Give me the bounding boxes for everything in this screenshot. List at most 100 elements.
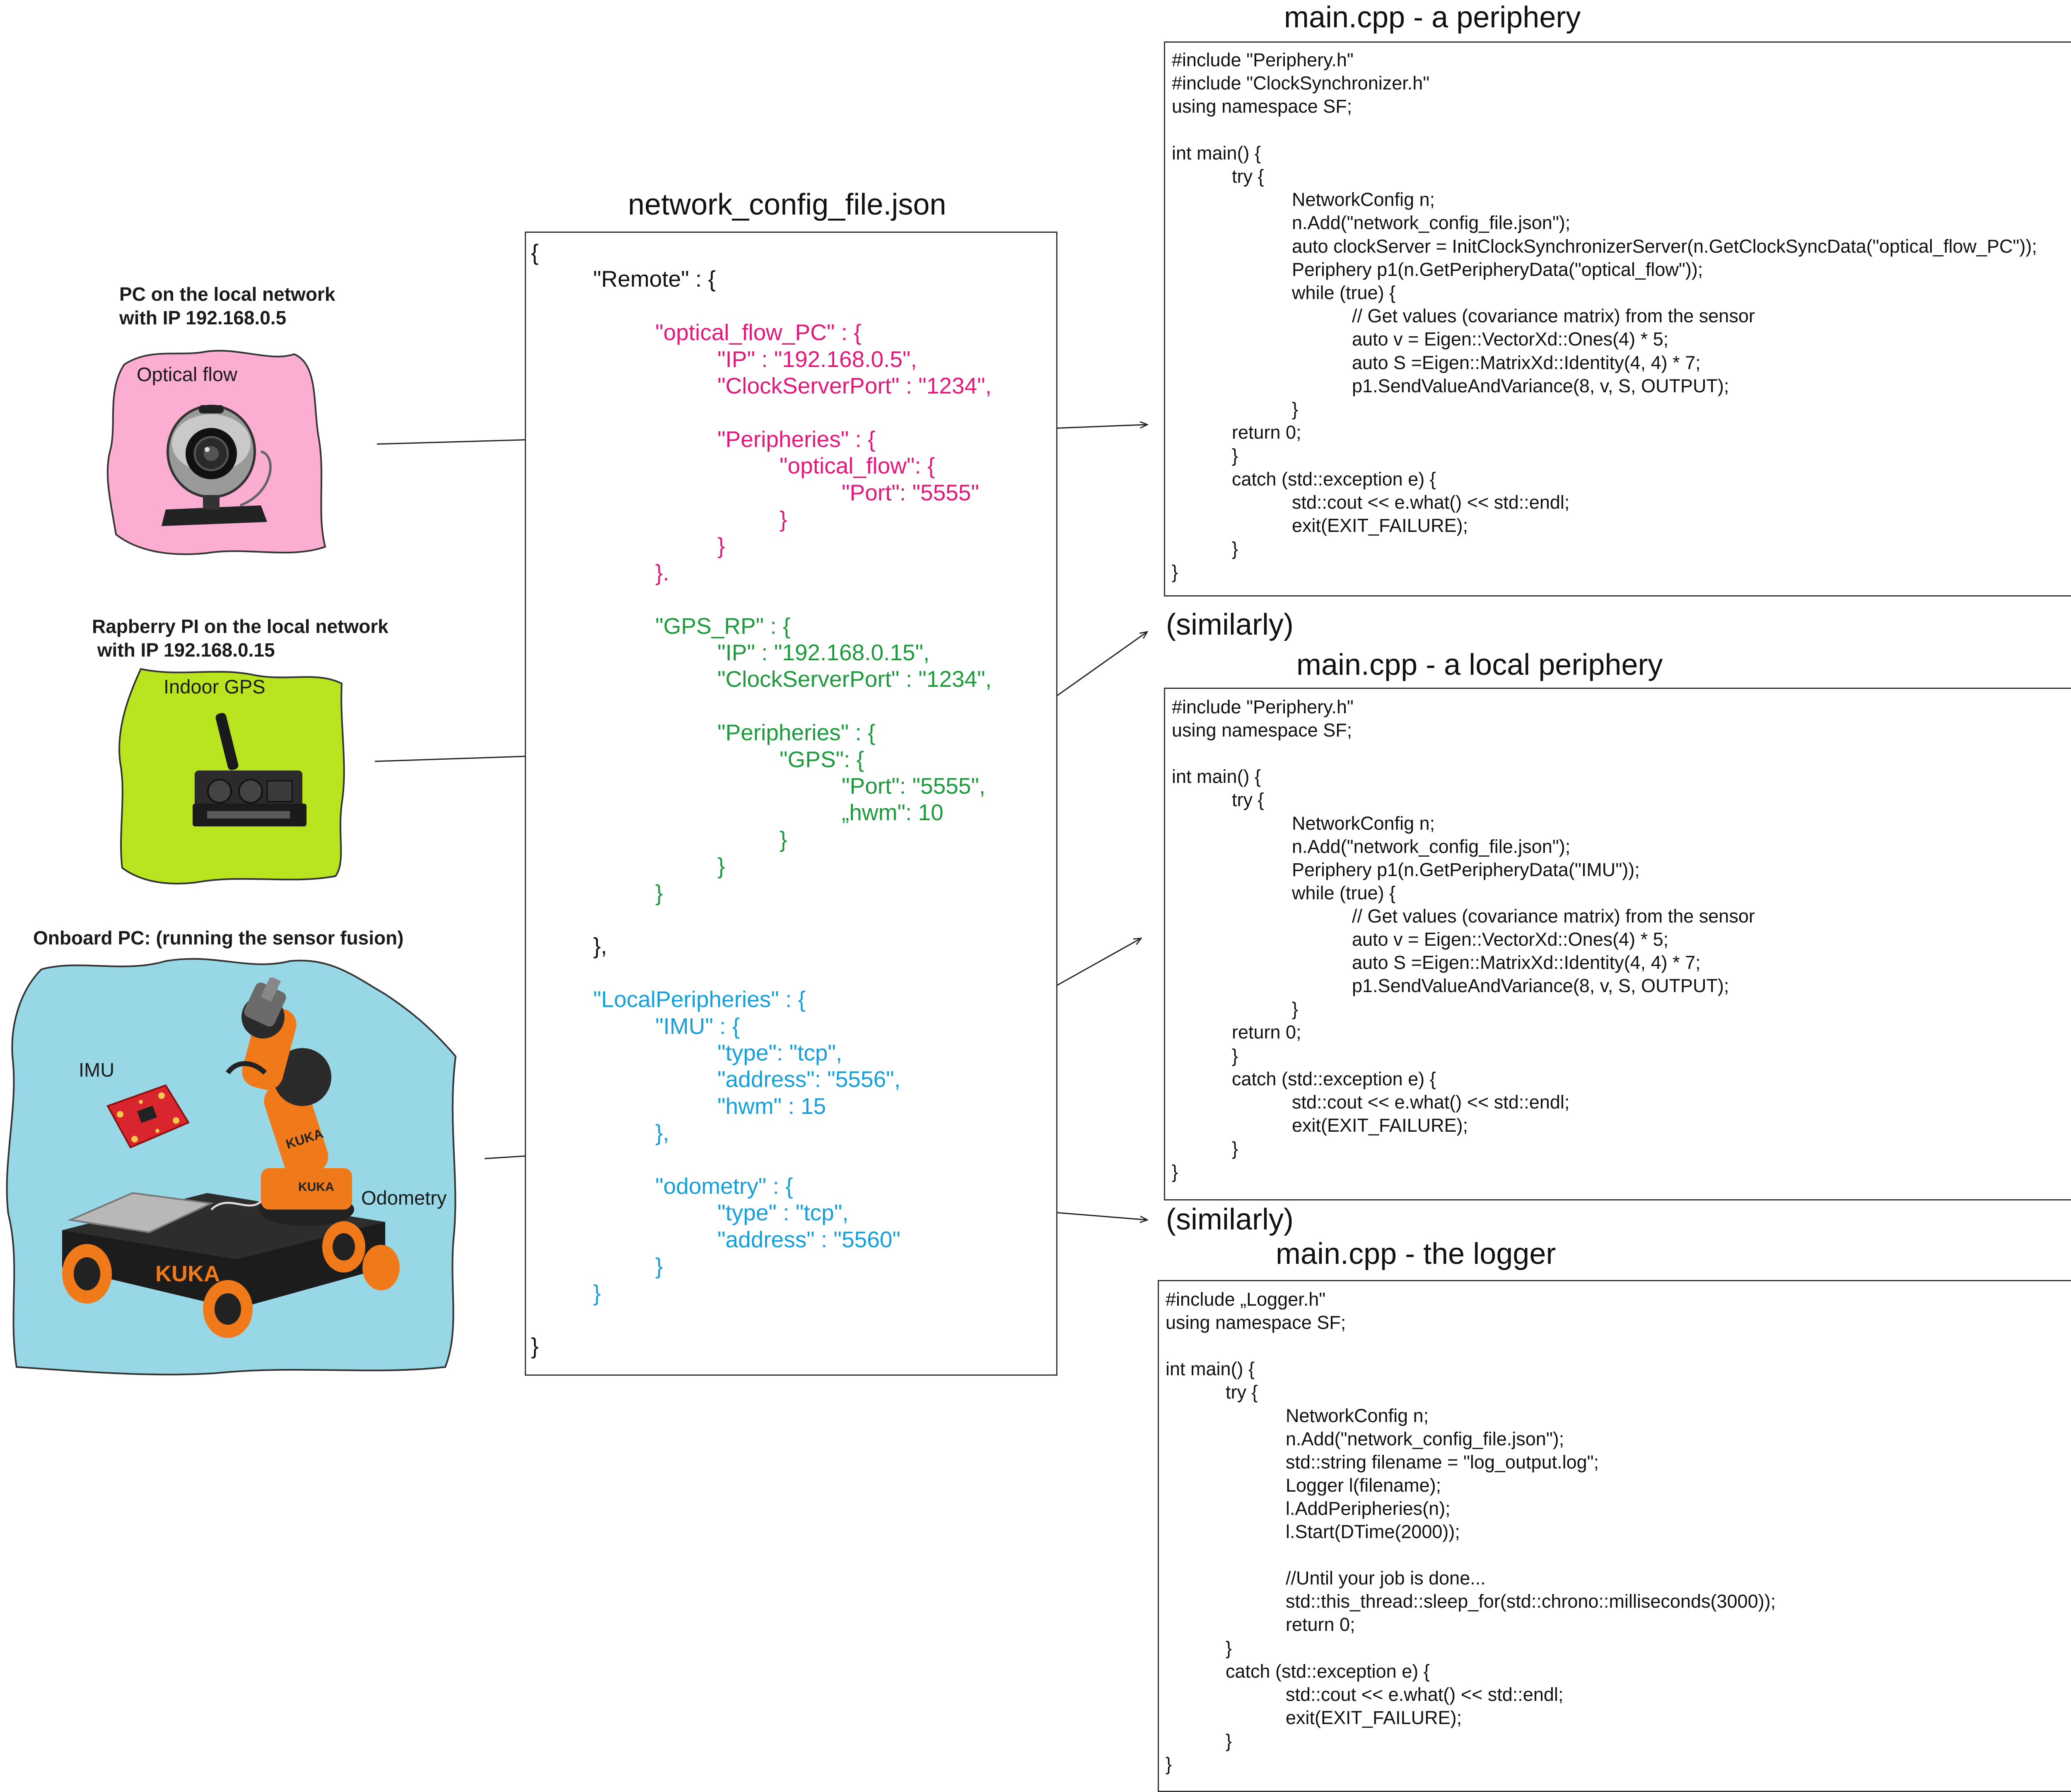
json-line: } — [655, 1253, 663, 1279]
indoor-gps-label: Indoor GPS — [164, 676, 266, 698]
periphery-file-title: main.cpp - a periphery — [1284, 1, 1581, 34]
local-periphery-file-title: main.cpp - a local periphery — [1296, 648, 1663, 681]
json-line: "address" : "5560" — [717, 1226, 900, 1252]
code-line: auto v = Eigen::VectorXd::Ones(4) * 5; — [1352, 929, 1669, 950]
code-line: return 0; — [1232, 422, 1301, 443]
local-periphery-code-box: #include "Periphery.h" using namespace SF… — [1164, 688, 2071, 1200]
code-line: } — [1232, 538, 1238, 560]
pc-node-title: PC on the local network with IP 192.168.0… — [119, 283, 336, 328]
code-line: NetworkConfig n; — [1286, 1405, 1429, 1426]
json-file-title: network_config_file.json — [628, 188, 946, 221]
code-line: n.Add("network_config_file.json"); — [1292, 836, 1571, 857]
code-line: Logger l(filename); — [1286, 1474, 1441, 1496]
json-line: "Port": "5555", — [842, 773, 986, 799]
code-line: NetworkConfig n; — [1292, 812, 1435, 834]
json-line: }. — [655, 559, 669, 585]
code-line: } — [1166, 1753, 1172, 1775]
code-line: Periphery p1(n.GetPeripheryData("IMU")); — [1292, 859, 1640, 880]
code-line: std::string filename = "log_output.log"; — [1286, 1451, 1599, 1473]
json-line: "hwm" : 15 — [717, 1093, 826, 1119]
code-line: p1.SendValueAndVariance(8, v, S, OUTPUT)… — [1352, 975, 1729, 997]
code-line: try { — [1226, 1381, 1258, 1403]
code-line: n.Add("network_config_file.json"); — [1292, 212, 1571, 234]
code-line: #include "Periphery.h" — [1172, 49, 1354, 70]
code-line: auto S =Eigen::MatrixXd::Identity(4, 4) … — [1352, 952, 1701, 973]
json-line: "odometry" : { — [655, 1173, 793, 1199]
indoor-gps-beacon-icon — [193, 713, 307, 826]
code-line: //Until your job is done... — [1286, 1567, 1486, 1589]
json-line: "address": "5556", — [717, 1066, 900, 1092]
json-line: "GPS_RP" : { — [655, 613, 791, 639]
code-line: l.Start(DTime(2000)); — [1286, 1521, 1460, 1542]
code-line: auto clockServer = InitClockSynchronizer… — [1292, 235, 2037, 257]
code-line: std::cout << e.what() << std::endl; — [1286, 1683, 1564, 1705]
code-line: while (true) { — [1292, 882, 1396, 903]
code-line: int main() { — [1172, 142, 1261, 164]
code-line: std::cout << e.what() << std::endl; — [1292, 491, 1570, 513]
code-line: } — [1226, 1637, 1232, 1659]
json-file-box: {"Remote" : {"optical_flow_PC" : {"IP" :… — [525, 232, 1057, 1376]
logger-code-box: #include „Logger.h" using namespace SF; in… — [1158, 1280, 2071, 1792]
code-line: // Get values (covariance matrix) from t… — [1352, 905, 1755, 927]
json-line: } — [717, 853, 725, 879]
code-line: } — [1226, 1730, 1232, 1751]
code-line: } — [1172, 1161, 1178, 1182]
json-line: "optical_flow": { — [780, 453, 935, 479]
code-line: } — [1232, 1045, 1238, 1066]
code-line: while (true) { — [1292, 282, 1396, 303]
code-line: p1.SendValueAndVariance(8, v, S, OUTPUT)… — [1352, 375, 1729, 396]
code-line: } — [1232, 445, 1238, 466]
code-line: std::cout << e.what() << std::endl; — [1292, 1091, 1570, 1113]
webcam-icon — [162, 405, 272, 526]
code-line: auto S =Eigen::MatrixXd::Identity(4, 4) … — [1352, 352, 1701, 373]
json-line: } — [717, 533, 725, 559]
code-line: int main() { — [1172, 766, 1261, 787]
code-line: catch (std::exception e) { — [1232, 468, 1436, 490]
json-line: } — [593, 1280, 601, 1306]
similarly-note-2: (similarly) — [1166, 1203, 1294, 1236]
code-line: return 0; — [1286, 1614, 1355, 1635]
json-line: "optical_flow_PC" : { — [655, 319, 862, 345]
code-line: } — [1292, 398, 1299, 420]
code-line: #include „Logger.h" — [1166, 1289, 1326, 1310]
json-line: "LocalPeripheries" : { — [593, 986, 806, 1012]
code-line: #include "ClockSynchronizer.h" — [1172, 72, 1430, 94]
json-line: "Peripheries" : { — [717, 720, 876, 746]
code-line: } — [1232, 1138, 1238, 1159]
logger-file-title: main.cpp - the logger — [1276, 1237, 1556, 1270]
optical-flow-label: Optical flow — [137, 363, 237, 385]
code-line: using namespace SF; — [1172, 96, 1352, 117]
code-line: exit(EXIT_FAILURE); — [1292, 1114, 1468, 1136]
json-line: "type" : "tcp", — [717, 1200, 849, 1226]
json-line: "ClockServerPort" : "1234", — [717, 373, 992, 398]
code-line: NetworkConfig n; — [1292, 189, 1435, 210]
code-line: std::this_thread::sleep_for(std::chrono:… — [1286, 1591, 1776, 1612]
json-line: } — [655, 879, 663, 906]
json-line: "GPS": { — [780, 746, 864, 772]
json-line: "IMU" : { — [655, 1013, 740, 1039]
json-line: "IP" : "192.168.0.15", — [717, 640, 930, 665]
code-line: try { — [1232, 789, 1264, 811]
code-line: using namespace SF; — [1166, 1312, 1346, 1333]
json-line: "IP" : "192.168.0.5", — [717, 346, 917, 372]
json-line: "Remote" : { — [593, 266, 716, 292]
code-line: l.AddPeripheries(n); — [1286, 1497, 1451, 1519]
json-line: "ClockServerPort" : "1234", — [717, 666, 992, 692]
json-line: { — [531, 239, 539, 265]
similarly-note-1: (similarly) — [1166, 608, 1294, 641]
code-line: auto v = Eigen::VectorXd::Ones(4) * 5; — [1352, 328, 1669, 350]
diagram-canvas: PC on the local network with IP 192.168.0… — [0, 0, 2071, 1792]
json-line: "Peripheries" : { — [717, 426, 876, 452]
svg-text:KUKA: KUKA — [155, 1261, 220, 1286]
json-line: } — [780, 506, 787, 532]
code-line: // Get values (covariance matrix) from t… — [1352, 305, 1755, 327]
code-line: exit(EXIT_FAILURE); — [1292, 515, 1468, 536]
code-line: n.Add("network_config_file.json"); — [1286, 1428, 1564, 1449]
code-line: try { — [1232, 166, 1264, 187]
svg-text:KUKA: KUKA — [298, 1180, 334, 1194]
json-line: }, — [655, 1120, 669, 1146]
code-line: return 0; — [1232, 1022, 1301, 1043]
json-line: }, — [593, 933, 607, 959]
kuka-mobile-robot-icon: KUKA KUKA KUKA — [62, 978, 400, 1338]
periphery-code-box: #include "Periphery.h" #include "ClockSyn… — [1164, 41, 2071, 597]
